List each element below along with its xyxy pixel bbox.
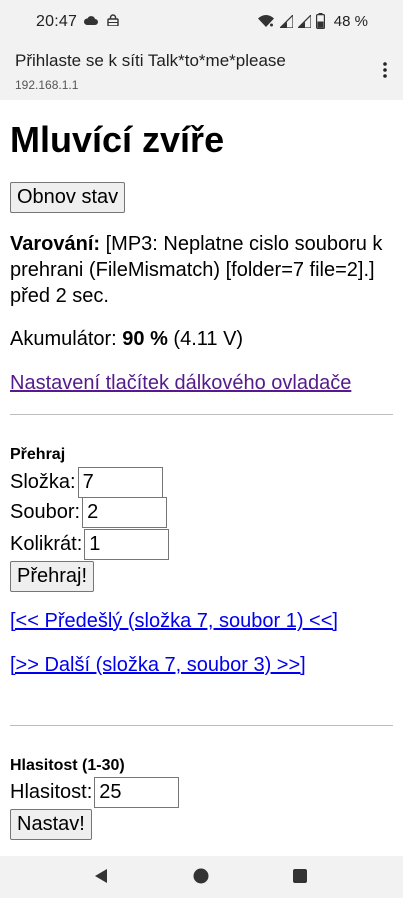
back-icon[interactable] [94, 868, 108, 884]
warning-label: Varování: [10, 233, 101, 255]
play-heading: Přehraj [10, 446, 66, 463]
folder-label: Složka: [10, 471, 76, 493]
status-bar: 20:47 48 % [0, 0, 403, 44]
file-label: Soubor: [10, 501, 81, 523]
battery-icon [316, 13, 325, 29]
cloud-icon [84, 16, 98, 25]
portal-url: 192.168.1.1 [15, 78, 79, 92]
battery-voltage: (4.11 V) [167, 328, 244, 350]
portal-title: Přihlaste se k síti Talk*to*me*please [15, 51, 286, 70]
signal-icon [280, 15, 293, 28]
battery-percent-value: 90 % [122, 328, 168, 350]
previous-track-link[interactable]: [<< Předešlý (složka 7, soubor 1) <<] [10, 610, 338, 633]
status-time: 20:47 [36, 13, 78, 30]
file-row: Soubor: [10, 497, 168, 528]
file-input[interactable] [82, 497, 168, 528]
count-input[interactable] [84, 529, 170, 560]
home-icon[interactable] [193, 868, 209, 884]
refresh-button[interactable]: Obnov stav [10, 182, 126, 213]
divider [10, 414, 393, 415]
recents-icon[interactable] [293, 869, 307, 883]
signal-icon [298, 15, 311, 28]
divider [10, 725, 393, 726]
volume-row: Hlasitost: [10, 777, 180, 808]
remote-settings-link[interactable]: Nastavení tlačítek dálkového ovladače [10, 372, 351, 395]
folder-input[interactable] [77, 467, 163, 498]
battery-percent: 48 % [333, 13, 368, 30]
set-volume-button[interactable]: Nastav! [10, 809, 92, 840]
wifi-icon [258, 15, 274, 27]
play-button[interactable]: Přehraj! [10, 561, 95, 592]
volume-heading: Hlasitost (1-30) [10, 757, 125, 774]
folder-row: Složka: [10, 467, 163, 498]
warning-message: Varování: [MP3: Neplatne cislo souboru k… [10, 231, 395, 309]
page-title: Mluvící zvíře [10, 119, 225, 160]
navigation-bar [0, 856, 403, 898]
volume-input[interactable] [94, 777, 180, 808]
volume-label: Hlasitost: [10, 781, 93, 803]
count-label: Kolikrát: [10, 533, 83, 555]
lock-icon [107, 14, 119, 26]
next-track-link[interactable]: [>> Další (složka 7, soubor 3) >>] [10, 654, 306, 677]
captive-portal-header: Přihlaste se k síti Talk*to*me*please 19… [0, 44, 403, 100]
more-vert-icon[interactable] [383, 62, 387, 78]
count-row: Kolikrát: [10, 529, 170, 560]
battery-status: Akumulátor: 90 % (4.11 V) [10, 328, 243, 351]
battery-label: Akumulátor: [10, 328, 123, 350]
